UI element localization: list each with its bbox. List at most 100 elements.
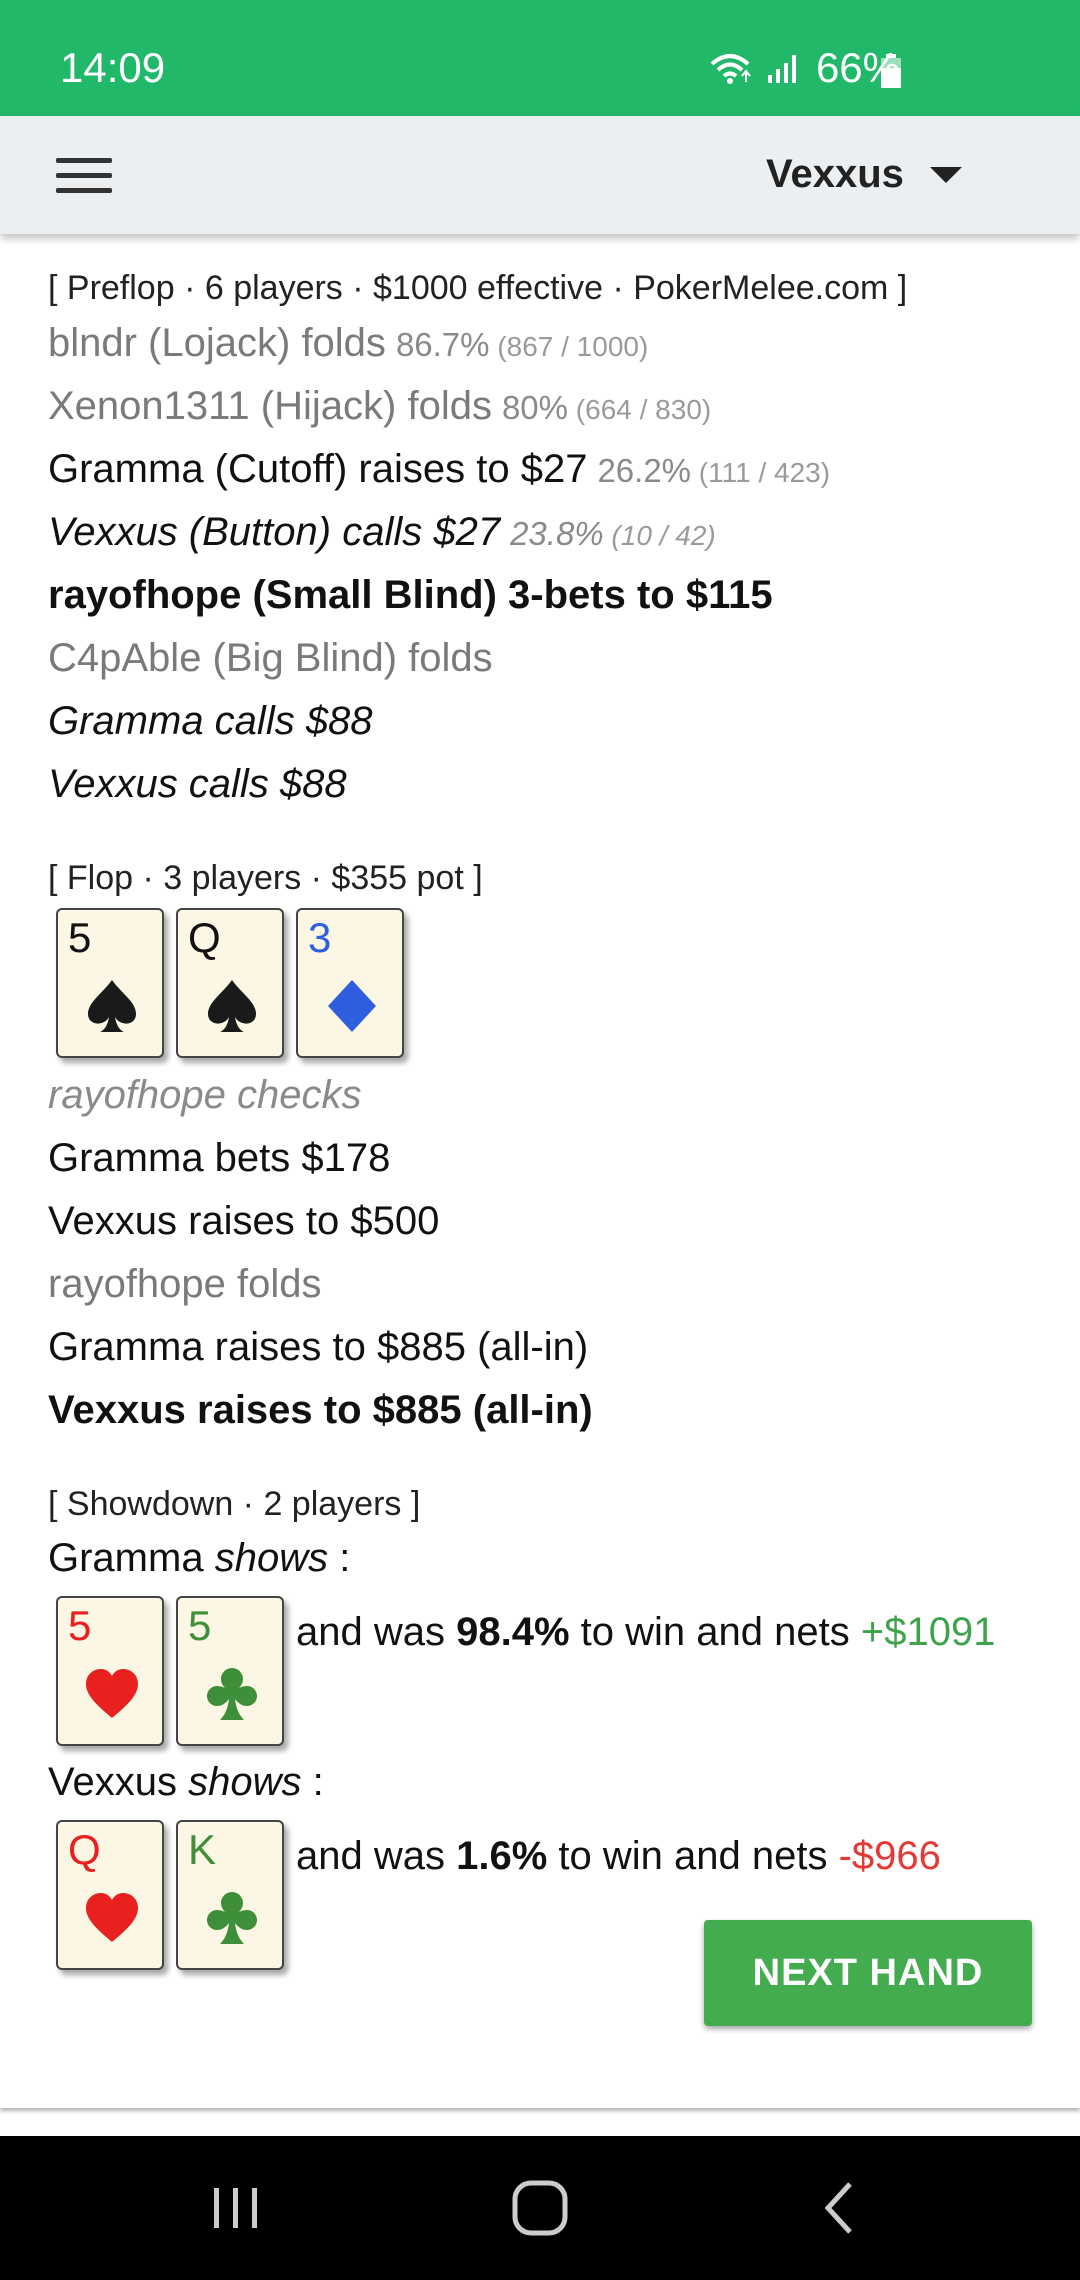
action-line: rayofhope checks <box>48 1064 1048 1127</box>
action-line: Vexxus raises to $885 (all-in) <box>48 1379 1048 1442</box>
action-text: Gramma calls $88 <box>48 699 373 743</box>
frequency-count: (111 / 423) <box>691 457 831 488</box>
outcome-prefix: and was <box>296 1610 445 1654</box>
user-name: Vexxus <box>766 152 904 196</box>
action-line: Gramma raises to $885 (all-in) <box>48 1316 1048 1379</box>
wifi-icon <box>710 54 751 84</box>
playing-card: K <box>176 1820 284 1970</box>
spade-suit-icon <box>208 980 256 1032</box>
hole-cards: 55 <box>48 1590 284 1752</box>
action-text: rayofhope (Small Blind) 3-bets to $115 <box>48 573 773 617</box>
frequency-percent: 26.2% <box>597 452 692 489</box>
action-line: rayofhope (Small Blind) 3-bets to $115 <box>48 564 1048 627</box>
action-text: blndr (Lojack) folds <box>48 321 386 365</box>
outcome-text: and was 1.6% to win and nets -$966 <box>296 1834 941 1879</box>
showdown-players: Gramma shows :5 5 and was 98.4% to win and… <box>48 1528 1048 1976</box>
playing-card: 3 <box>296 908 404 1058</box>
clock: 14:09 <box>60 44 166 91</box>
action-line: Vexxus raises to $500 <box>48 1190 1048 1253</box>
action-text: Gramma raises to $885 (all-in) <box>48 1325 589 1369</box>
action-line: Gramma bets $178 <box>48 1127 1048 1190</box>
player-shows-line: Vexxus shows : <box>48 1752 1048 1814</box>
recent-apps-icon[interactable] <box>208 2176 264 2240</box>
player-name: Gramma <box>48 1536 204 1580</box>
action-line: Gramma calls $88 <box>48 690 1048 753</box>
battery-icon <box>881 54 901 88</box>
action-text: rayofhope checks <box>48 1073 362 1117</box>
action-line: Vexxus (Button) calls $27 23.8% (10 / 42) <box>48 501 1048 564</box>
player-name: Vexxus <box>48 1760 177 1804</box>
showdown-header: [ Showdown · 2 players ] <box>48 1485 421 1523</box>
flop-actions: rayofhope checks Gramma bets $178 Vexxus r… <box>48 1064 1048 1442</box>
action-line: Xenon1311 (Hijack) folds 80% (664 / 830) <box>48 375 1048 438</box>
hole-cards: QK <box>48 1814 284 1976</box>
club-suit-icon <box>207 1668 257 1720</box>
app-bar: Vexxus <box>0 116 1080 234</box>
shows-label: shows <box>188 1760 302 1804</box>
frequency-percent: 86.7% <box>395 326 490 363</box>
diamond-suit-icon <box>328 980 376 1032</box>
signal-icon <box>767 55 796 83</box>
player-hand-row: 5 5 and was 98.4% to win and nets +$1091 <box>48 1590 1048 1752</box>
heart-suit-icon <box>86 1893 138 1942</box>
playing-card: 5 <box>56 1596 164 1746</box>
outcome-prefix: and was <box>296 1834 445 1878</box>
action-text: Vexxus raises to $500 <box>48 1199 440 1243</box>
home-icon[interactable] <box>510 2176 570 2240</box>
flop-header: [ Flop · 3 players · $355 pot ] <box>48 859 483 897</box>
action-text: Gramma (Cutoff) raises to $27 <box>48 447 588 491</box>
status-bar: 14:09 66% <box>0 0 1080 116</box>
action-line: rayofhope folds <box>48 1253 1048 1316</box>
win-equity: 98.4% <box>456 1610 570 1654</box>
frequency-percent: 23.8% <box>510 515 604 552</box>
frequency-count: (10 / 42) <box>603 520 716 551</box>
frequency-percent: 80% <box>501 389 569 426</box>
card-rank: K <box>188 1826 217 1873</box>
hand-history-card: [ Preflop · 6 players · $1000 effective … <box>0 234 1080 2108</box>
frequency-count: (664 / 830) <box>568 394 712 425</box>
playing-card: Q <box>176 908 284 1058</box>
user-dropdown[interactable]: Vexxus <box>766 152 962 197</box>
card-rank: Q <box>68 1826 101 1873</box>
win-equity: 1.6% <box>456 1834 548 1878</box>
action-text: C4pAble (Big Blind) folds <box>48 636 493 680</box>
preflop-actions: blndr (Lojack) folds 86.7% (867 / 1000) Xe… <box>48 312 1048 816</box>
frequency-count: (867 / 1000) <box>489 331 649 362</box>
outcome-middle: to win and nets <box>558 1834 828 1878</box>
shows-label: shows <box>214 1536 329 1580</box>
net-result: +$1091 <box>860 1610 996 1654</box>
card-rank: 3 <box>308 914 332 961</box>
outcome-text: and was 98.4% to win and nets +$1091 <box>296 1610 995 1655</box>
colon: : <box>339 1536 351 1580</box>
action-text: Gramma bets $178 <box>48 1136 391 1180</box>
action-text: rayofhope folds <box>48 1262 322 1306</box>
card-rank: 5 <box>68 914 92 961</box>
card-rank: 5 <box>188 1602 212 1649</box>
card-rank: 5 <box>68 1602 92 1649</box>
action-text: Vexxus raises to $885 (all-in) <box>48 1388 593 1432</box>
action-line: Vexxus calls $88 <box>48 753 1048 816</box>
next-hand-button[interactable]: NEXT HAND <box>704 1920 1032 2026</box>
status-icons: 66% <box>708 44 900 92</box>
colon: : <box>312 1760 324 1804</box>
back-icon[interactable] <box>820 2176 860 2240</box>
action-line: Gramma (Cutoff) raises to $27 26.2% (111 … <box>48 438 1048 501</box>
action-text: Xenon1311 (Hijack) folds <box>48 384 492 428</box>
action-line: blndr (Lojack) folds 86.7% (867 / 1000) <box>48 312 1048 375</box>
net-result: -$966 <box>838 1834 941 1878</box>
outcome-middle: to win and nets <box>580 1610 850 1654</box>
action-text: Vexxus (Button) calls $27 <box>48 510 501 554</box>
club-suit-icon <box>207 1892 257 1944</box>
hand-history: [ Preflop · 6 players · $1000 effective … <box>48 234 1048 1976</box>
flop-board: 5 Q 3 <box>48 902 1048 1064</box>
playing-card: 5 <box>176 1596 284 1746</box>
heart-suit-icon <box>86 1669 138 1718</box>
playing-card: Q <box>56 1820 164 1970</box>
hamburger-menu-icon[interactable] <box>56 158 112 193</box>
nav-bar <box>0 2136 1080 2280</box>
action-line: C4pAble (Big Blind) folds <box>48 627 1048 690</box>
action-text: Vexxus calls $88 <box>48 762 347 806</box>
player-shows-line: Gramma shows : <box>48 1528 1048 1590</box>
playing-card: 5 <box>56 908 164 1058</box>
chevron-down-icon <box>929 166 962 183</box>
